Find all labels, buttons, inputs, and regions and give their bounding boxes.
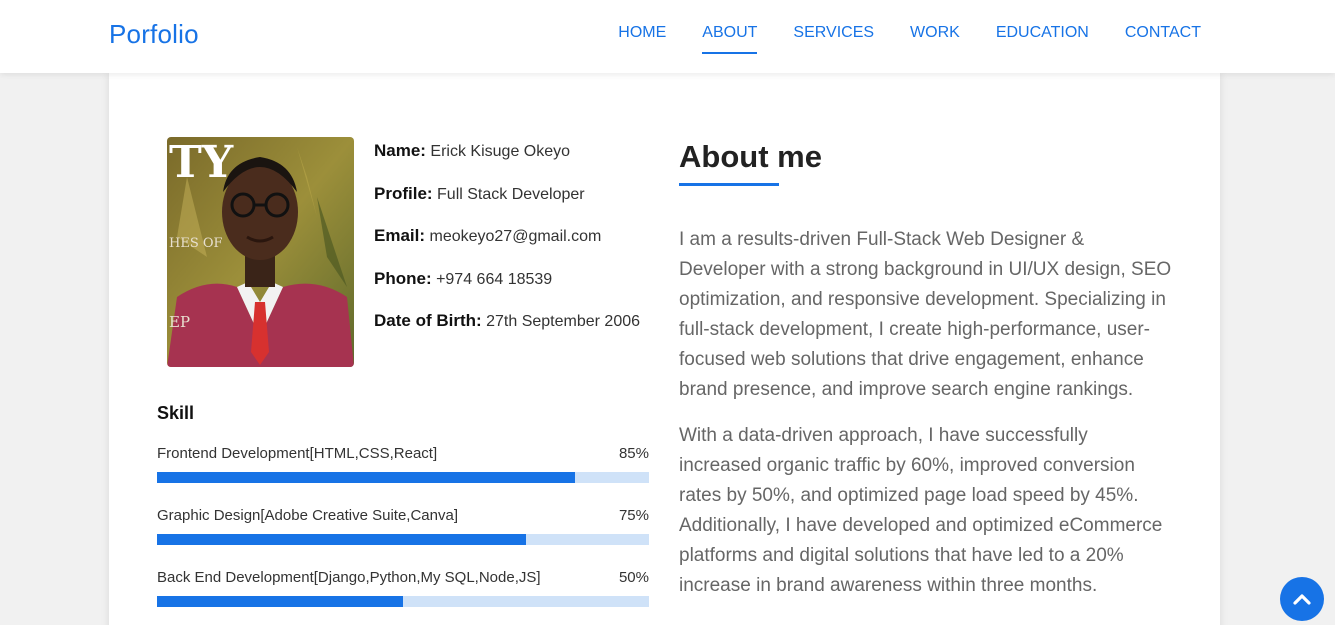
skill-percent: 50% bbox=[618, 569, 649, 586]
profile-photo: TY HES OF EP bbox=[167, 137, 354, 367]
skill-item: Frontend Development[HTML,CSS,React] 85% bbox=[157, 445, 649, 483]
nav-home[interactable]: HOME bbox=[618, 24, 666, 48]
info-label: Date of Birth: bbox=[374, 311, 482, 330]
back-to-top-button[interactable] bbox=[1280, 577, 1324, 621]
skill-progress-track bbox=[157, 534, 649, 545]
skill-name: Frontend Development[HTML,CSS,React] bbox=[157, 445, 438, 462]
info-dob: Date of Birth: 27th September 2006 bbox=[374, 311, 640, 354]
skill-percent: 75% bbox=[618, 507, 649, 524]
top-navbar: Porfolio HOME ABOUT SERVICES WORK EDUCAT… bbox=[0, 0, 1335, 73]
info-email: Email: meokeyo27@gmail.com bbox=[374, 226, 640, 269]
skill-percent: 85% bbox=[618, 445, 649, 462]
heading-underline bbox=[679, 183, 779, 186]
nav-contact[interactable]: CONTACT bbox=[1125, 24, 1201, 48]
photo-overlay-text: EP bbox=[169, 313, 190, 331]
info-label: Email: bbox=[374, 226, 426, 245]
info-name: Name: Erick Kisuge Okeyo bbox=[374, 141, 640, 184]
about-paragraph: I am a results-driven Full-Stack Web Des… bbox=[679, 229, 1172, 400]
chevron-up-icon bbox=[1293, 594, 1311, 605]
nav-links: HOME ABOUT SERVICES WORK EDUCATION CONTA… bbox=[582, 24, 1201, 54]
info-value: Full Stack Developer bbox=[437, 185, 585, 203]
nav-services[interactable]: SERVICES bbox=[793, 24, 874, 48]
nav-work[interactable]: WORK bbox=[910, 24, 960, 48]
info-value: +974 664 18539 bbox=[436, 270, 553, 288]
info-label: Phone: bbox=[374, 268, 432, 288]
about-heading: About me bbox=[679, 139, 822, 174]
info-value: Erick Kisuge Okeyo bbox=[430, 143, 571, 160]
skill-progress-fill bbox=[157, 596, 403, 607]
about-section: TY HES OF EP Name: Erick Kisuge Okeyo Pr… bbox=[109, 73, 1220, 625]
skill-progress-track bbox=[157, 596, 649, 607]
brand-logo[interactable]: Porfolio bbox=[109, 19, 199, 50]
info-label: Profile: bbox=[374, 183, 433, 203]
skill-progress-fill bbox=[157, 534, 526, 545]
skill-item: Graphic Design[Adobe Creative Suite,Canv… bbox=[157, 507, 649, 545]
about-text: I am a results-driven Full-Stack Web Des… bbox=[679, 225, 1173, 617]
info-value: meokeyo27@gmail.com bbox=[429, 228, 602, 245]
nav-about[interactable]: ABOUT bbox=[702, 24, 758, 54]
nav-education[interactable]: EDUCATION bbox=[996, 24, 1089, 48]
about-paragraph: With a data-driven approach, I have succ… bbox=[679, 425, 1163, 596]
skill-name: Back End Development[Django,Python,My SQ… bbox=[157, 569, 541, 586]
photo-overlay-text: HES OF bbox=[169, 236, 223, 251]
info-label: Name: bbox=[374, 141, 426, 160]
skill-progress-track bbox=[157, 472, 649, 483]
profile-info: Name: Erick Kisuge Okeyo Profile: Full S… bbox=[374, 141, 640, 354]
skill-heading: Skill bbox=[157, 403, 195, 423]
skill-progress-fill bbox=[157, 472, 576, 483]
skill-item: Back End Development[Django,Python,My SQ… bbox=[157, 569, 649, 607]
info-value: 27th September 2006 bbox=[486, 313, 641, 330]
info-profile: Profile: Full Stack Developer bbox=[374, 184, 640, 227]
photo-overlay-title: TY bbox=[169, 137, 234, 188]
info-phone: Phone: +974 664 18539 bbox=[374, 269, 640, 312]
skill-name: Graphic Design[Adobe Creative Suite,Canv… bbox=[157, 507, 458, 524]
